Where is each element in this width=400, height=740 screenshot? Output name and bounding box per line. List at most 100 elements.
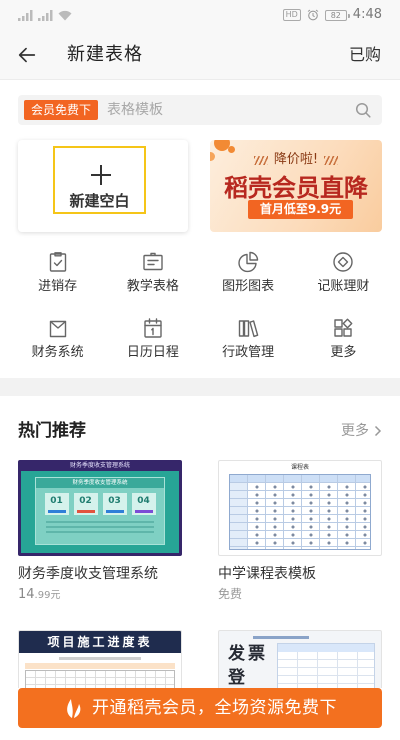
template-name: 中学课程表模板 (218, 566, 316, 582)
battery-tip (347, 13, 350, 18)
thumbnail-title: 项目施工进度表 (19, 631, 181, 653)
thumbnail-grid (25, 670, 175, 688)
step-number: 04 (137, 496, 150, 506)
calendar-icon (144, 318, 162, 338)
thumbnail-step: 02 (73, 493, 98, 515)
search-bar[interactable]: 会员免费下 表格模板 (18, 95, 382, 125)
open-membership-button[interactable]: 开通稻壳会员，全场资源免费下 (18, 688, 382, 728)
category-item[interactable]: 进销存 (10, 250, 105, 316)
thumbnail-step: 04 (131, 493, 156, 515)
step-bar (76, 510, 95, 513)
promo-tag: 降价啦! (210, 152, 382, 168)
create-blank-frame: 新建空白 (53, 146, 146, 214)
template-price: 14.99元 (18, 586, 182, 604)
category-label: 日历日程 (126, 345, 179, 360)
category-label: 行政管理 (222, 345, 275, 360)
create-blank-card[interactable]: 新建空白 (18, 140, 188, 232)
coin-icon (333, 252, 354, 272)
category-label: 更多 (330, 345, 357, 360)
category-grid: 进销存 教学表格 图形图表 记账理财 财务系统 日历日程 行政管理 更多 (10, 250, 391, 382)
template-thumbnail[interactable]: 项目施工进度表 (18, 630, 182, 688)
thumbnail-title: 财务季度收支管理系统 (69, 462, 130, 469)
category-item[interactable]: 日历日程 (105, 316, 200, 382)
network-hd-label: HD (282, 9, 301, 21)
template-card[interactable]: 项目施工进度表 (18, 630, 182, 688)
thumbnail-title: 发票 (228, 644, 268, 664)
step-number: 03 (108, 496, 121, 506)
thumbnail-table (229, 474, 371, 550)
template-thumbnail[interactable]: 课程表 (218, 460, 382, 556)
thumbnail-body: 财务季度收支管理系统 01 02 03 04 (21, 471, 179, 553)
template-thumbnail[interactable]: 财务季度收支管理系统 财务季度收支管理系统 01 02 03 04 (18, 460, 182, 556)
stripe-decoration (324, 155, 339, 165)
category-item[interactable]: 图形图表 (201, 250, 296, 316)
step-bar (134, 510, 153, 513)
create-blank-label: 新建空白 (69, 192, 130, 210)
category-label: 记账理财 (317, 279, 370, 294)
thumbnail-highlight-row (25, 663, 175, 669)
plus-icon (91, 165, 111, 185)
promo-offer-pill: 首月低至9.9元 (248, 200, 353, 219)
signal-icon-2 (38, 10, 53, 21)
section-divider (0, 378, 400, 396)
template-card[interactable]: 发票 登 (218, 630, 382, 688)
category-item[interactable]: 更多 (296, 316, 391, 382)
battery-level: 82 (330, 10, 341, 20)
promo-tag-text: 降价啦! (273, 152, 319, 167)
back-arrow-icon[interactable] (16, 44, 38, 66)
status-right: HD 82 4:48 (282, 7, 382, 23)
category-item[interactable]: 记账理财 (296, 250, 391, 316)
more-link[interactable]: 更多 (341, 421, 382, 441)
app-header: 新建表格 已购 (0, 30, 400, 80)
more-link-label: 更多 (341, 423, 369, 439)
price-decimal: .99元 (34, 590, 61, 601)
shopping-bag-icon (49, 320, 66, 338)
open-membership-label: 开通稻壳会员，全场资源免费下 (92, 698, 337, 718)
step-number: 01 (50, 496, 63, 506)
thumbnail-header-line (253, 636, 309, 639)
price-integer: 14 (18, 587, 35, 602)
thumbnail-title-line2: 登 (228, 668, 245, 688)
category-label: 财务系统 (31, 345, 84, 360)
template-card[interactable]: 课程表 中学课程表模板 免费 (218, 460, 382, 602)
thumbnail-text-lines (46, 521, 154, 535)
page-title: 新建表格 (67, 44, 143, 65)
category-label: 进销存 (38, 279, 78, 294)
purchased-button[interactable]: 已购 (349, 44, 381, 66)
leaf-icon (67, 699, 81, 718)
thumbnail-step: 03 (102, 493, 127, 515)
clock-time: 4:48 (352, 7, 382, 22)
step-bar (47, 510, 66, 513)
teaching-board-icon (143, 252, 163, 271)
plus-icon-horizontal (91, 174, 111, 176)
thumbnail-grid-lines (230, 475, 370, 549)
status-left (18, 10, 72, 21)
search-icon[interactable] (355, 102, 371, 118)
promo-banner[interactable]: 降价啦! 稻壳会员直降 首月低至9.9元 (210, 140, 382, 232)
thumbnail-title: 课程表 (290, 464, 309, 471)
thumbnail-table (277, 643, 375, 688)
clipboard-check-icon (49, 252, 66, 272)
member-free-badge: 会员免费下 (24, 100, 99, 120)
template-card[interactable]: 财务季度收支管理系统 财务季度收支管理系统 01 02 03 04 财务季度收支… (18, 460, 182, 604)
pie-chart-icon (238, 251, 259, 273)
books-icon (238, 320, 259, 338)
chevron-right-icon (374, 425, 382, 437)
template-name: 财务季度收支管理系统 (18, 566, 158, 582)
thumbnail-panel: 财务季度收支管理系统 01 02 03 04 (35, 477, 165, 545)
search-input[interactable]: 表格模板 (107, 101, 163, 119)
step-number: 02 (79, 496, 92, 506)
template-thumbnail[interactable]: 发票 登 (218, 630, 382, 688)
battery-icon: 82 (324, 9, 350, 21)
category-item[interactable]: 行政管理 (201, 316, 296, 382)
category-item[interactable]: 教学表格 (105, 250, 200, 316)
thumbnail-step: 01 (44, 493, 69, 515)
promo-headline: 稻壳会员直降 (224, 174, 368, 202)
stripe-decoration (253, 155, 268, 165)
category-item[interactable]: 财务系统 (10, 316, 105, 382)
more-grid-icon (334, 318, 353, 337)
wifi-icon (58, 10, 72, 21)
template-list: 财务季度收支管理系统 财务季度收支管理系统 01 02 03 04 财务季度收支… (0, 460, 400, 688)
status-bar: HD 82 4:48 (0, 0, 400, 30)
category-label: 图形图表 (222, 279, 275, 294)
